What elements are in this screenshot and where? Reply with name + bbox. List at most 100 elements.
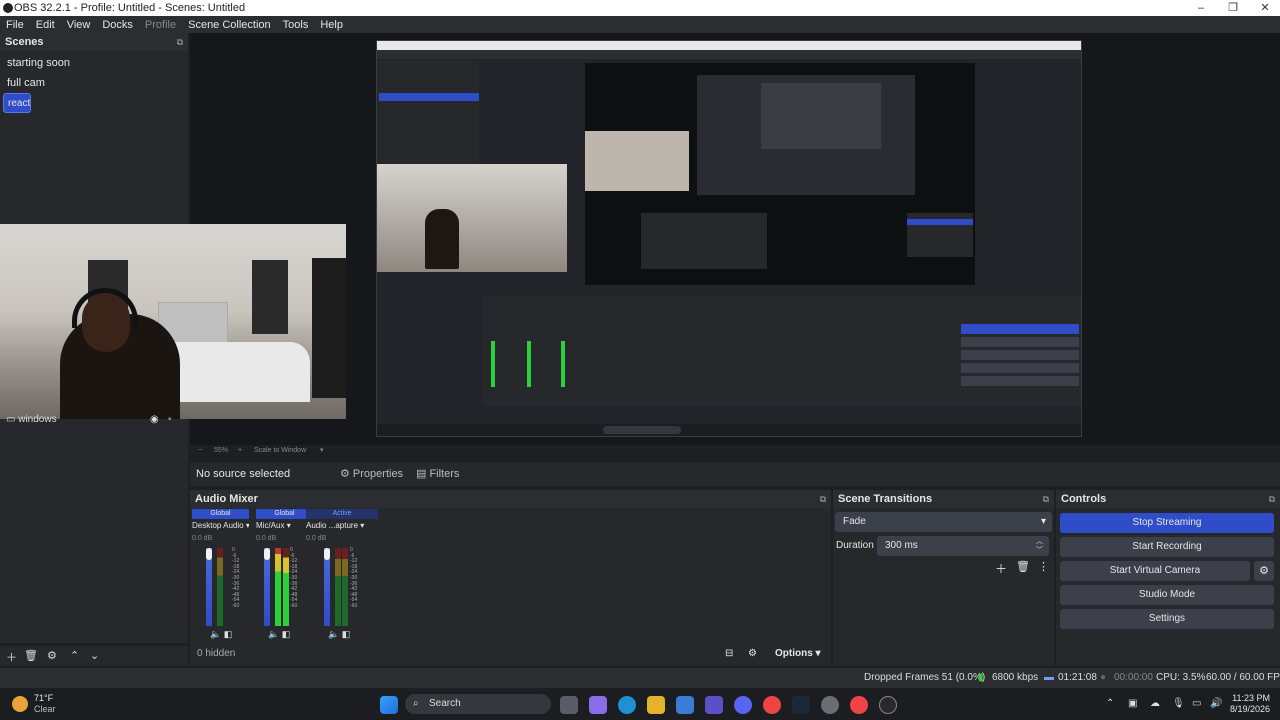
menu-scene-collection[interactable]: Scene Collection bbox=[182, 17, 277, 34]
status-bar: Dropped Frames 51 (0.0%) ▮ 6800 kbps ▬ 0… bbox=[0, 668, 1280, 688]
menu-help[interactable]: Help bbox=[314, 17, 349, 34]
menu-view[interactable]: View bbox=[61, 17, 97, 34]
controls-dock: Controls ⧉ Stop Streaming Start Recording… bbox=[1056, 490, 1280, 666]
zoom-in-icon[interactable]: + bbox=[238, 445, 242, 457]
scene-item-full-cam[interactable]: full cam bbox=[0, 73, 188, 93]
volume-fader[interactable] bbox=[264, 548, 270, 560]
copilot-icon[interactable] bbox=[589, 696, 607, 714]
scene-toolbar: ＋ 🗑 ⚙ ⌃ ⌄ bbox=[0, 646, 188, 666]
onedrive-icon[interactable]: ☁ bbox=[1150, 698, 1160, 709]
properties-button[interactable]: ⚙ Properties bbox=[334, 464, 409, 484]
undock-icon[interactable]: ⧉ bbox=[820, 490, 826, 508]
close-button[interactable]: ✕ bbox=[1250, 0, 1280, 16]
mic-icon[interactable]: 🎙 bbox=[1172, 698, 1185, 709]
volume-fader[interactable] bbox=[206, 548, 212, 560]
scene-item-react[interactable]: react bbox=[3, 93, 32, 113]
stop-streaming-button[interactable]: Stop Streaming bbox=[1060, 513, 1274, 533]
volume-fader[interactable] bbox=[324, 548, 330, 560]
channel-controls: 🔈 ◧ bbox=[328, 629, 350, 640]
source-windows[interactable]: ▭ windows ◉ ▪ bbox=[6, 414, 172, 425]
scenes-title: Scenes bbox=[5, 36, 44, 48]
zoom-out-icon[interactable]: − bbox=[198, 445, 202, 457]
advanced-audio-icon[interactable]: ⚙ bbox=[748, 648, 757, 659]
settings-app-icon[interactable] bbox=[821, 696, 839, 714]
more-icon[interactable]: ⋮ bbox=[1038, 560, 1049, 573]
display-icon[interactable]: ▭ bbox=[1192, 698, 1201, 709]
menu-tools[interactable]: Tools bbox=[277, 17, 315, 34]
chrome-profile-icon[interactable] bbox=[850, 696, 868, 714]
start-virtual-camera-button[interactable]: Start Virtual Camera bbox=[1060, 561, 1250, 581]
channel-mic-aux: Global Mic/Aux ▾ 0.0 dB bbox=[256, 509, 313, 545]
task-view-icon[interactable] bbox=[560, 696, 578, 714]
weather-icon[interactable] bbox=[12, 696, 28, 712]
channel-name[interactable]: Audio ...apture ▾ bbox=[306, 519, 378, 533]
channel-name[interactable]: Desktop Audio ▾ bbox=[192, 519, 249, 533]
add-scene-icon[interactable]: ＋ bbox=[6, 649, 17, 665]
move-up-icon[interactable]: ⌃ bbox=[70, 649, 79, 662]
taskbar-search[interactable]: ⌕ Search bbox=[405, 694, 551, 714]
duration-input[interactable]: 300 ms ︿ ﹀ bbox=[877, 536, 1049, 556]
volume-icon[interactable]: 🔊 bbox=[1210, 698, 1222, 709]
db-scale: 0 -6 -12 -18 -24 -30 -36 -42 -48 -54 -60 bbox=[232, 547, 240, 609]
channel-controls: 🔈 ◧ bbox=[210, 629, 232, 640]
undock-icon[interactable]: ⧉ bbox=[1269, 490, 1275, 508]
store-icon[interactable] bbox=[676, 696, 694, 714]
add-transition-icon[interactable]: ＋ bbox=[995, 560, 1007, 577]
webcam-feed bbox=[0, 224, 346, 419]
scale-mode-select[interactable]: Scale to Window bbox=[254, 445, 306, 457]
start-icon[interactable] bbox=[380, 696, 398, 714]
settings-button[interactable]: Settings bbox=[1060, 609, 1274, 629]
menu-docks[interactable]: Docks bbox=[96, 17, 139, 34]
undock-icon[interactable]: ⧉ bbox=[177, 33, 183, 51]
spinner-icon[interactable]: ︿ ﹀ bbox=[1036, 537, 1043, 555]
obs-taskbar-icon[interactable] bbox=[879, 696, 897, 714]
monitor-icon[interactable]: ◧ bbox=[342, 629, 351, 639]
steam-icon[interactable] bbox=[792, 696, 810, 714]
virtual-camera-settings-icon[interactable]: ⚙ bbox=[1254, 561, 1274, 581]
move-down-icon[interactable]: ⌄ bbox=[90, 649, 99, 662]
scale-chevron-icon[interactable]: ▾ bbox=[320, 445, 324, 457]
options-button[interactable]: Options ▾ bbox=[775, 648, 821, 659]
transition-select[interactable]: Fade ▾ bbox=[835, 512, 1052, 532]
menu-profile[interactable]: Profile bbox=[139, 17, 182, 34]
hidden-count: 0 hidden bbox=[197, 648, 236, 659]
file-explorer-icon[interactable] bbox=[647, 696, 665, 714]
scenes-header: Scenes ⧉ bbox=[0, 33, 188, 51]
undock-icon[interactable]: ⧉ bbox=[1043, 490, 1049, 508]
channel-name[interactable]: Mic/Aux ▾ bbox=[256, 519, 313, 533]
chevron-down-icon: ▾ bbox=[360, 521, 365, 530]
scene-filters-icon[interactable]: ⚙ bbox=[47, 649, 57, 662]
channel-db: 0.0 dB bbox=[256, 535, 277, 542]
tray-chevron-icon[interactable]: ⌃ bbox=[1106, 698, 1114, 709]
studio-mode-button[interactable]: Studio Mode bbox=[1060, 585, 1274, 605]
lock-icon[interactable]: ▪ bbox=[168, 414, 172, 425]
monitor-icon[interactable]: ◧ bbox=[224, 629, 233, 639]
filters-button[interactable]: ▤ Filters bbox=[410, 464, 465, 484]
minimize-button[interactable]: – bbox=[1186, 0, 1216, 16]
window-title: OBS 32.2.1 - Profile: Untitled - Scenes:… bbox=[14, 2, 246, 14]
scene-item-starting-soon[interactable]: starting soon bbox=[0, 53, 188, 73]
chrome-icon[interactable] bbox=[763, 696, 781, 714]
monitor-icon[interactable]: ◧ bbox=[282, 629, 291, 639]
clock-date[interactable]: 8/19/2026 bbox=[1228, 704, 1270, 714]
speaker-icon[interactable]: 🔈 bbox=[328, 629, 339, 639]
edge-icon[interactable] bbox=[618, 696, 636, 714]
dropped-frames: Dropped Frames 51 (0.0%) bbox=[864, 672, 986, 683]
clock-time[interactable]: 11:23 PM bbox=[1228, 693, 1270, 703]
audio-mixer-header: Audio Mixer ⧉ bbox=[190, 490, 831, 508]
remove-scene-icon[interactable]: 🗑 bbox=[24, 649, 38, 662]
start-recording-button[interactable]: Start Recording bbox=[1060, 537, 1274, 557]
eye-icon[interactable]: ◉ bbox=[150, 414, 159, 425]
discord-icon[interactable] bbox=[734, 696, 752, 714]
speaker-icon[interactable]: 🔈 bbox=[268, 629, 279, 639]
trash-icon[interactable]: 🗑 bbox=[1016, 560, 1030, 573]
level-meter bbox=[283, 548, 289, 626]
mixer-layout-icon[interactable]: ⊟ bbox=[725, 648, 733, 659]
speaker-icon[interactable]: 🔈 bbox=[210, 629, 221, 639]
menu-file[interactable]: File bbox=[0, 17, 30, 34]
apps-icon[interactable] bbox=[705, 696, 723, 714]
tray-app-icon[interactable]: ▣ bbox=[1128, 698, 1137, 709]
weather-temp[interactable]: 71°F bbox=[34, 693, 53, 703]
menu-edit[interactable]: Edit bbox=[30, 17, 61, 34]
maximize-button[interactable]: ❐ bbox=[1218, 0, 1248, 16]
